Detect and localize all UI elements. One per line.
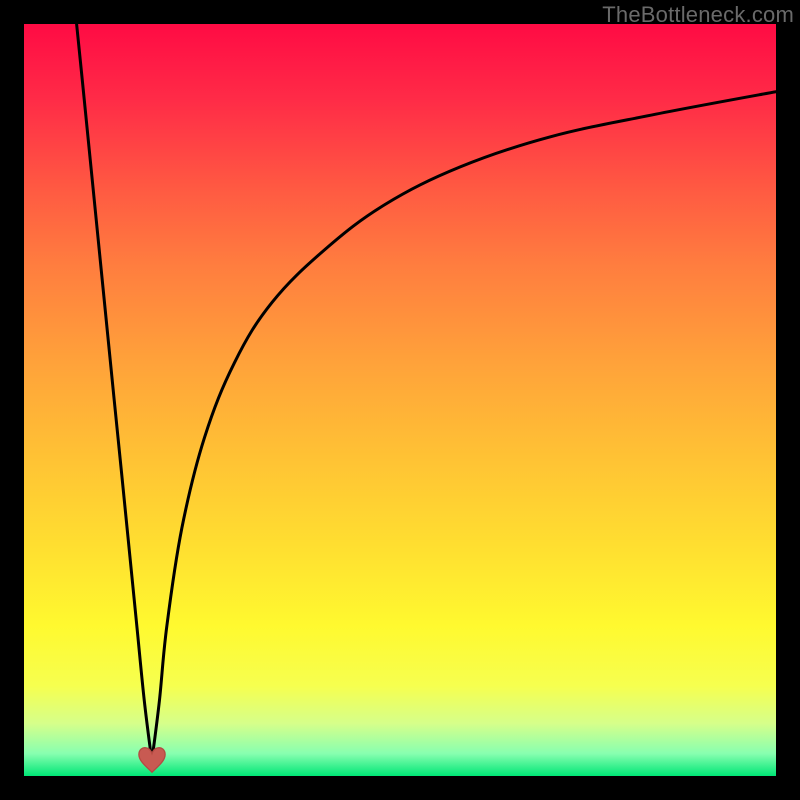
curve-left-branch: [77, 24, 152, 761]
chart-frame: [24, 24, 776, 776]
watermark-text: TheBottleneck.com: [602, 2, 794, 28]
curve-layer: [24, 24, 776, 776]
curve-right-branch: [152, 92, 776, 761]
